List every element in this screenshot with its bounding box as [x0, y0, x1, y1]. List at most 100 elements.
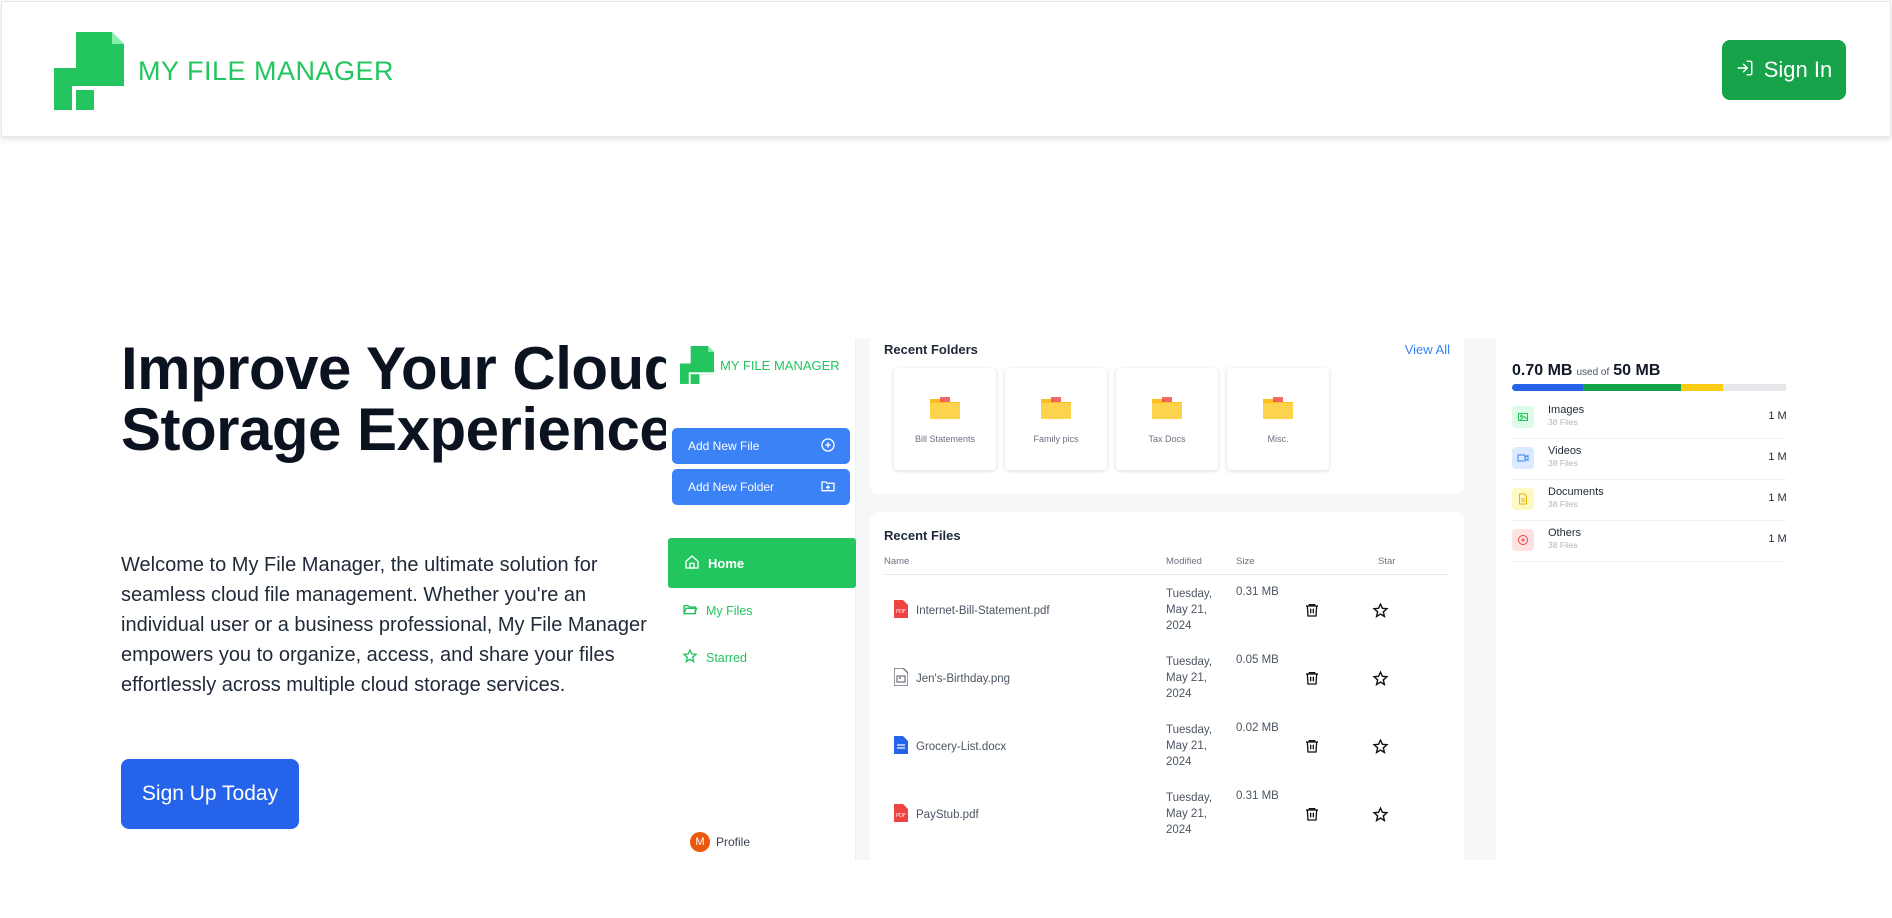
storage-bar-segment: [1582, 384, 1682, 391]
trash-icon[interactable]: [1304, 738, 1320, 759]
trash-icon[interactable]: [1304, 806, 1320, 827]
file-name-cell: Jen's-Birthday.png: [893, 667, 1011, 689]
folder-name: Family pics: [1033, 433, 1079, 444]
storage-category-others[interactable]: Others 38 Files 1 MB: [1512, 521, 1786, 562]
file-modified: Tuesday, May 21, 2024: [1166, 588, 1213, 632]
storage-category-images[interactable]: Images 38 Files 1 MB: [1512, 398, 1786, 439]
storage-category-documents[interactable]: Documents 38 Files 1 MB: [1512, 480, 1786, 521]
file-manager-logo-icon: [680, 346, 714, 384]
top-navbar: MY FILE MANAGER Sign In: [1, 1, 1891, 137]
category-size: 1 MB: [1768, 451, 1786, 463]
folder-card-misc[interactable]: Misc.: [1227, 368, 1329, 470]
file-name: Jen's-Birthday.png: [916, 672, 1011, 685]
sign-up-button[interactable]: Sign Up Today: [121, 759, 299, 829]
brand[interactable]: MY FILE MANAGER: [54, 32, 394, 110]
app-preview-image: MY FILE MANAGER Add New File Add New Fol…: [666, 338, 1786, 860]
folder-open-icon: [682, 601, 698, 620]
trash-icon[interactable]: [1304, 602, 1320, 623]
star-icon[interactable]: [1372, 670, 1389, 692]
svg-text:PDF: PDF: [896, 609, 906, 615]
category-count: 38 Files: [1548, 458, 1578, 468]
star-icon[interactable]: [1372, 738, 1389, 760]
storage-used: 0.70 MB: [1512, 362, 1573, 379]
category-count: 38 Files: [1548, 540, 1578, 550]
file-name-cell: PDF PayStub.pdf: [894, 804, 979, 825]
folder-icon: [1041, 395, 1071, 424]
sidebar-item-home[interactable]: Home: [668, 538, 856, 588]
file-size: 0.02 MB: [1236, 722, 1279, 734]
column-header-name: Name: [884, 556, 910, 567]
table-divider: [884, 574, 1448, 575]
hero-title: Improve Your Cloud Storage Experience: [121, 335, 680, 463]
category-label: Videos: [1548, 445, 1582, 457]
folder-name: Bill Statements: [914, 433, 976, 444]
file-modified: Tuesday, May 21, 2024: [1166, 656, 1213, 700]
storage-summary: 0.70 MB used of 50 MB: [1512, 362, 1660, 380]
add-new-file-button[interactable]: Add New File: [672, 428, 850, 464]
folder-icon: [1152, 395, 1182, 424]
recent-folders-title: Recent Folders: [884, 342, 978, 357]
avatar: M: [690, 832, 710, 852]
add-new-file-label: Add New File: [688, 439, 760, 453]
pdf-file-icon: PDF: [894, 600, 908, 621]
star-icon[interactable]: [1372, 602, 1389, 624]
profile-label: Profile: [716, 835, 751, 849]
plus-circle-icon: [820, 437, 836, 456]
folder-name: Misc.: [1267, 433, 1289, 444]
folder-card-tax-docs[interactable]: Tax Docs: [1116, 368, 1218, 470]
sidebar-item-my-files[interactable]: My Files: [682, 601, 753, 620]
sidebar-item-label: My Files: [706, 603, 753, 618]
file-modified: Tuesday, May 21, 2024: [1166, 792, 1213, 836]
table-row[interactable]: Jen's-Birthday.png Tuesday, May 21, 2024…: [884, 646, 1448, 714]
folder-name: Tax Docs: [1148, 433, 1186, 444]
sign-in-button[interactable]: Sign In: [1722, 40, 1846, 100]
table-row[interactable]: PDF Internet-Bill-Statement.pdf Tuesday,…: [884, 578, 1448, 646]
category-size: 1 MB: [1768, 533, 1786, 545]
storage-category-videos[interactable]: Videos 38 Files 1 MB: [1512, 439, 1786, 480]
folder-card-bill-statements[interactable]: Bill Statements: [894, 368, 996, 470]
view-all-link[interactable]: View All: [1405, 342, 1450, 357]
category-label: Images: [1548, 404, 1585, 416]
storage-used-of: used of: [1576, 367, 1610, 378]
trash-icon[interactable]: [1304, 670, 1320, 691]
storage-bar-segment: [1512, 384, 1583, 391]
pdf-file-icon: PDF: [894, 804, 908, 825]
image-file-icon: [893, 667, 909, 689]
folder-card-family-pics[interactable]: Family pics: [1005, 368, 1107, 470]
star-icon: [682, 648, 698, 667]
recent-files-card: Recent Files Name Modified Size Star PDF…: [870, 512, 1464, 860]
category-label: Others: [1548, 527, 1582, 539]
storage-bar-segment: [1681, 384, 1724, 391]
sidebar-item-label: Home: [708, 555, 745, 571]
add-new-folder-button[interactable]: Add New Folder: [672, 469, 850, 505]
svg-text:PDF: PDF: [896, 813, 906, 819]
document-icon: [1512, 488, 1534, 510]
file-name: Internet-Bill-Statement.pdf: [916, 604, 1050, 617]
star-icon[interactable]: [1372, 806, 1389, 828]
file-size: 0.31 MB: [1236, 790, 1279, 802]
sign-in-icon: [1736, 57, 1754, 83]
image-icon: [1512, 406, 1534, 428]
preview-brand-name: MY FILE MANAGER: [720, 357, 840, 373]
preview-brand: MY FILE MANAGER: [680, 346, 840, 384]
category-label: Documents: [1548, 486, 1604, 498]
brand-name: MY FILE MANAGER: [138, 55, 395, 86]
home-icon: [684, 554, 700, 573]
file-size: 0.31 MB: [1236, 586, 1279, 598]
storage-usage-bar: [1512, 384, 1786, 391]
category-count: 38 Files: [1548, 499, 1578, 509]
category-size: 1 MB: [1768, 410, 1786, 422]
file-name-cell: PDF Internet-Bill-Statement.pdf: [894, 600, 1050, 621]
sidebar-item-starred[interactable]: Starred: [682, 648, 747, 667]
category-size: 1 MB: [1768, 492, 1786, 504]
profile-link[interactable]: M Profile: [690, 832, 750, 852]
table-row[interactable]: Grocery-List.docx Tuesday, May 21, 2024 …: [884, 714, 1448, 782]
table-row[interactable]: PDF PayStub.pdf Tuesday, May 21, 2024 0.…: [884, 782, 1448, 850]
file-name: Grocery-List.docx: [916, 740, 1007, 753]
folder-icon: [1263, 395, 1293, 424]
file-manager-logo-icon: [54, 32, 124, 110]
column-header-star: Star: [1378, 556, 1396, 567]
storage-panel: 0.70 MB used of 50 MB Images 38 Files 1 …: [1496, 338, 1786, 860]
column-header-modified: Modified: [1166, 556, 1202, 567]
file-size: 0.05 MB: [1236, 654, 1279, 666]
